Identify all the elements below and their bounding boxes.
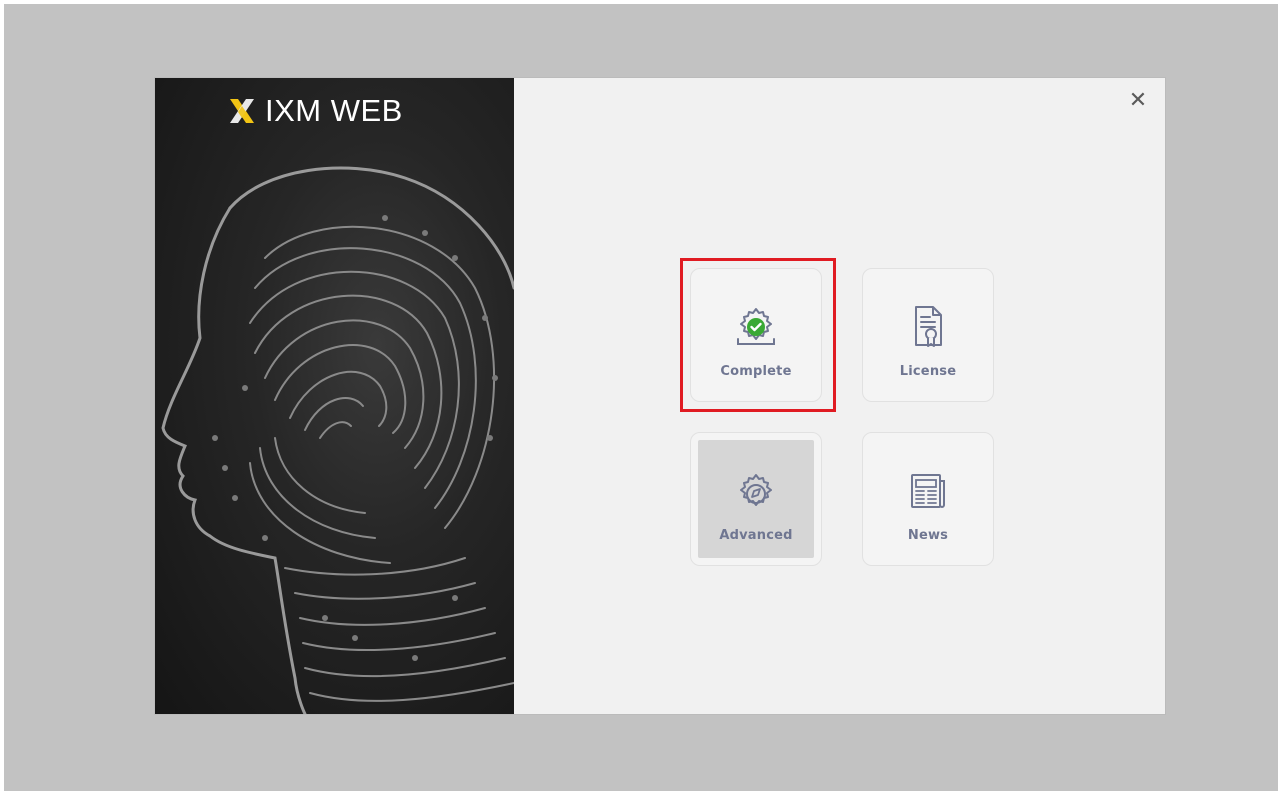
license-certificate-icon <box>915 306 942 347</box>
ixm-x-logo-icon <box>230 99 254 123</box>
gear-compass-icon <box>740 474 772 506</box>
close-button[interactable]: ✕ <box>1125 88 1151 114</box>
advanced-label: Advanced <box>719 528 793 543</box>
advanced-tile[interactable]: Advanced <box>690 432 822 566</box>
brand-name: IXM WEB <box>265 93 403 128</box>
fingerprint-head-illustration <box>161 166 514 714</box>
setup-dialog: IXM WEB ✕ Complete License Advanced News <box>155 78 1165 714</box>
complete-tile[interactable]: Complete <box>690 268 822 402</box>
newspaper-icon <box>911 474 945 508</box>
options-panel: ✕ Complete License Advanced News <box>514 78 1165 714</box>
license-tile[interactable]: License <box>862 268 994 402</box>
news-label: News <box>907 528 949 543</box>
branding-panel: IXM WEB <box>155 78 514 714</box>
news-tile[interactable]: News <box>862 432 994 566</box>
brand-header: IXM WEB <box>227 94 403 128</box>
gear-check-icon <box>737 308 775 345</box>
license-label: License <box>899 364 957 379</box>
complete-label: Complete <box>720 364 792 379</box>
